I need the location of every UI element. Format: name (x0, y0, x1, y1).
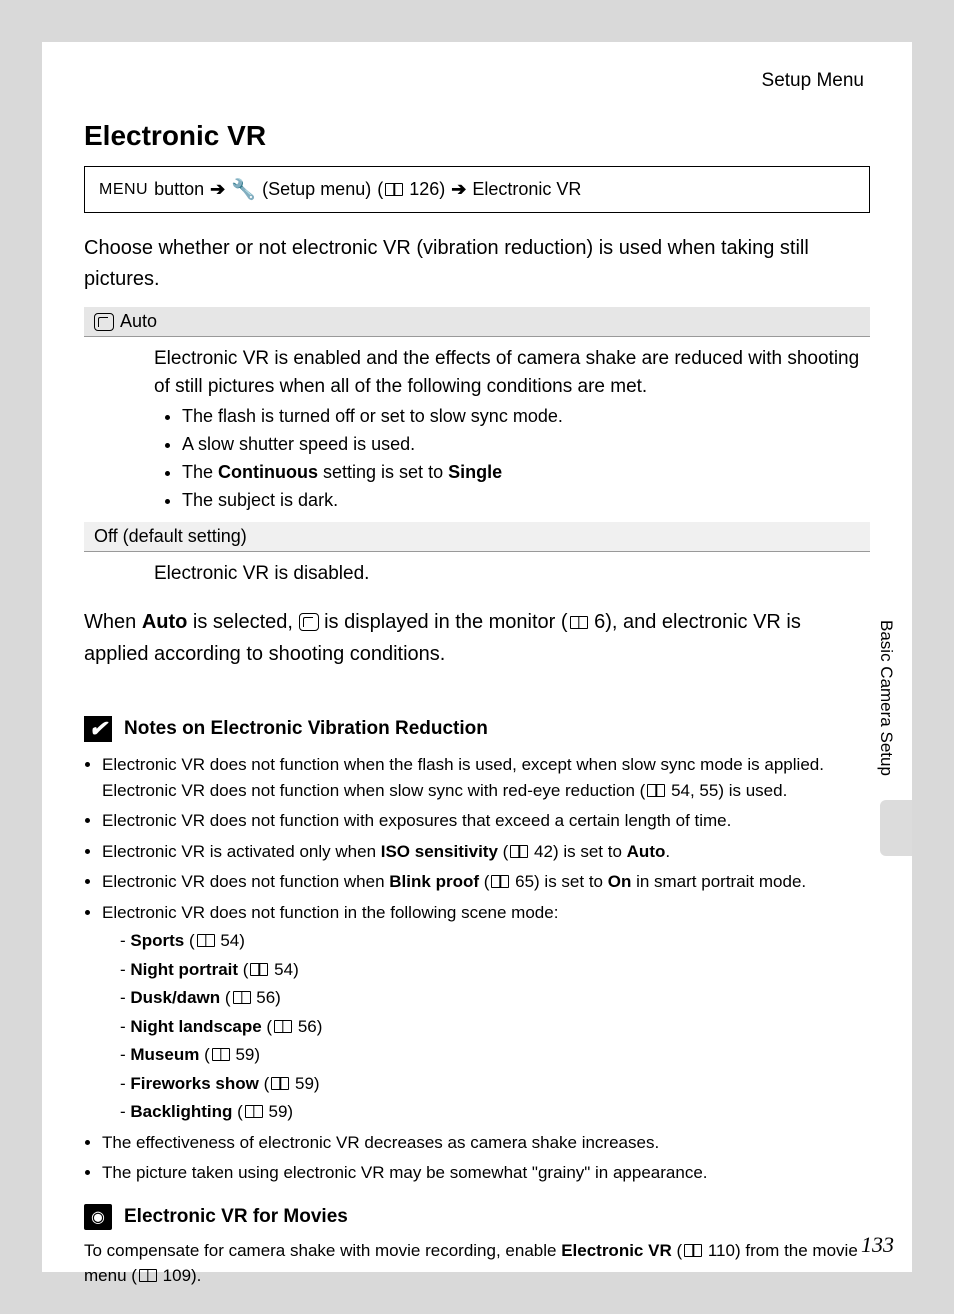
wrench-icon: 🔧 (231, 177, 256, 202)
vr-icon (299, 613, 319, 631)
book-icon (271, 1077, 289, 1090)
list-item: The picture taken using electronic VR ma… (102, 1160, 870, 1186)
list-item: Night portrait ( 54) (120, 957, 870, 983)
list-item: Fireworks show ( 59) (120, 1071, 870, 1097)
vr-icon (94, 313, 114, 331)
option-off-label: Off (default setting) (94, 526, 247, 547)
list-item: The flash is turned off or set to slow s… (182, 402, 862, 430)
book-icon (212, 1048, 230, 1061)
after-table-text: When Auto is selected, is displayed in t… (84, 606, 870, 670)
book-icon (570, 616, 588, 629)
breadcrumb-text: (Setup menu) (262, 179, 371, 200)
book-icon (647, 784, 665, 797)
list-item: Night landscape ( 56) (120, 1014, 870, 1040)
movie-icon: ◉ (84, 1204, 112, 1230)
breadcrumb-text: button (154, 179, 204, 200)
breadcrumb-target: Electronic VR (472, 179, 581, 200)
option-auto-label: Auto (120, 311, 157, 332)
book-icon (491, 875, 509, 888)
notes-list: Electronic VR does not function when the… (84, 752, 870, 1186)
notes-title: Notes on Electronic Vibration Reduction (124, 718, 488, 740)
option-auto-header: Auto (84, 307, 870, 337)
movies-heading: ◉ Electronic VR for Movies (84, 1204, 870, 1230)
book-icon (250, 963, 268, 976)
list-item: Electronic VR does not function in the f… (102, 900, 870, 1125)
list-item: Sports ( 54) (120, 928, 870, 954)
side-tab-label: Basic Camera Setup (876, 612, 896, 792)
book-icon (245, 1105, 263, 1118)
option-off-desc: Electronic VR is disabled. (154, 563, 369, 584)
book-icon (274, 1020, 292, 1033)
list-item: Backlighting ( 59) (120, 1099, 870, 1125)
page-title: Electronic VR (84, 120, 870, 152)
arrow-icon: ➔ (210, 179, 225, 200)
section-header: Setup Menu (84, 70, 870, 92)
list-item: Electronic VR is activated only when ISO… (102, 839, 870, 865)
list-item: A slow shutter speed is used. (182, 430, 862, 458)
book-icon (233, 991, 251, 1004)
menu-label: MENU (99, 181, 148, 199)
list-item: Electronic VR does not function when the… (102, 752, 870, 803)
list-item: The subject is dark. (182, 486, 862, 514)
option-off-body: Electronic VR is disabled. (84, 552, 870, 596)
check-icon: ✔ (84, 716, 112, 742)
list-item: Dusk/dawn ( 56) (120, 985, 870, 1011)
book-icon (684, 1244, 702, 1257)
list-item: Electronic VR does not function when Bli… (102, 869, 870, 895)
list-item: Museum ( 59) (120, 1042, 870, 1068)
book-icon (197, 934, 215, 947)
book-icon (139, 1269, 157, 1282)
option-auto-body: Electronic VR is enabled and the effects… (84, 337, 870, 522)
movies-title: Electronic VR for Movies (124, 1206, 348, 1228)
movies-text: To compensate for camera shake with movi… (84, 1238, 870, 1289)
breadcrumb: MENU button ➔ 🔧 (Setup menu) ( 126) ➔ El… (84, 166, 870, 213)
scene-modes-list: Sports ( 54) Night portrait ( 54)Dusk/daw… (102, 928, 870, 1125)
side-tab-indicator (880, 800, 912, 856)
manual-page: Setup Menu Electronic VR MENU button ➔ 🔧… (42, 42, 912, 1272)
option-off-header: Off (default setting) (84, 522, 870, 552)
list-item: The effectiveness of electronic VR decre… (102, 1130, 870, 1156)
notes-heading: ✔ Notes on Electronic Vibration Reductio… (84, 716, 870, 742)
book-icon (385, 183, 403, 196)
option-auto-desc: Electronic VR is enabled and the effects… (154, 348, 859, 397)
intro-text: Choose whether or not electronic VR (vib… (84, 233, 870, 295)
book-icon (510, 845, 528, 858)
list-item: Electronic VR does not function with exp… (102, 808, 870, 834)
arrow-icon: ➔ (451, 179, 466, 200)
breadcrumb-ref: ( 126) (377, 179, 445, 200)
page-number: 133 (861, 1232, 894, 1258)
option-auto-conditions: The flash is turned off or set to slow s… (154, 402, 862, 514)
list-item: The Continuous setting is set to Single (182, 458, 862, 486)
